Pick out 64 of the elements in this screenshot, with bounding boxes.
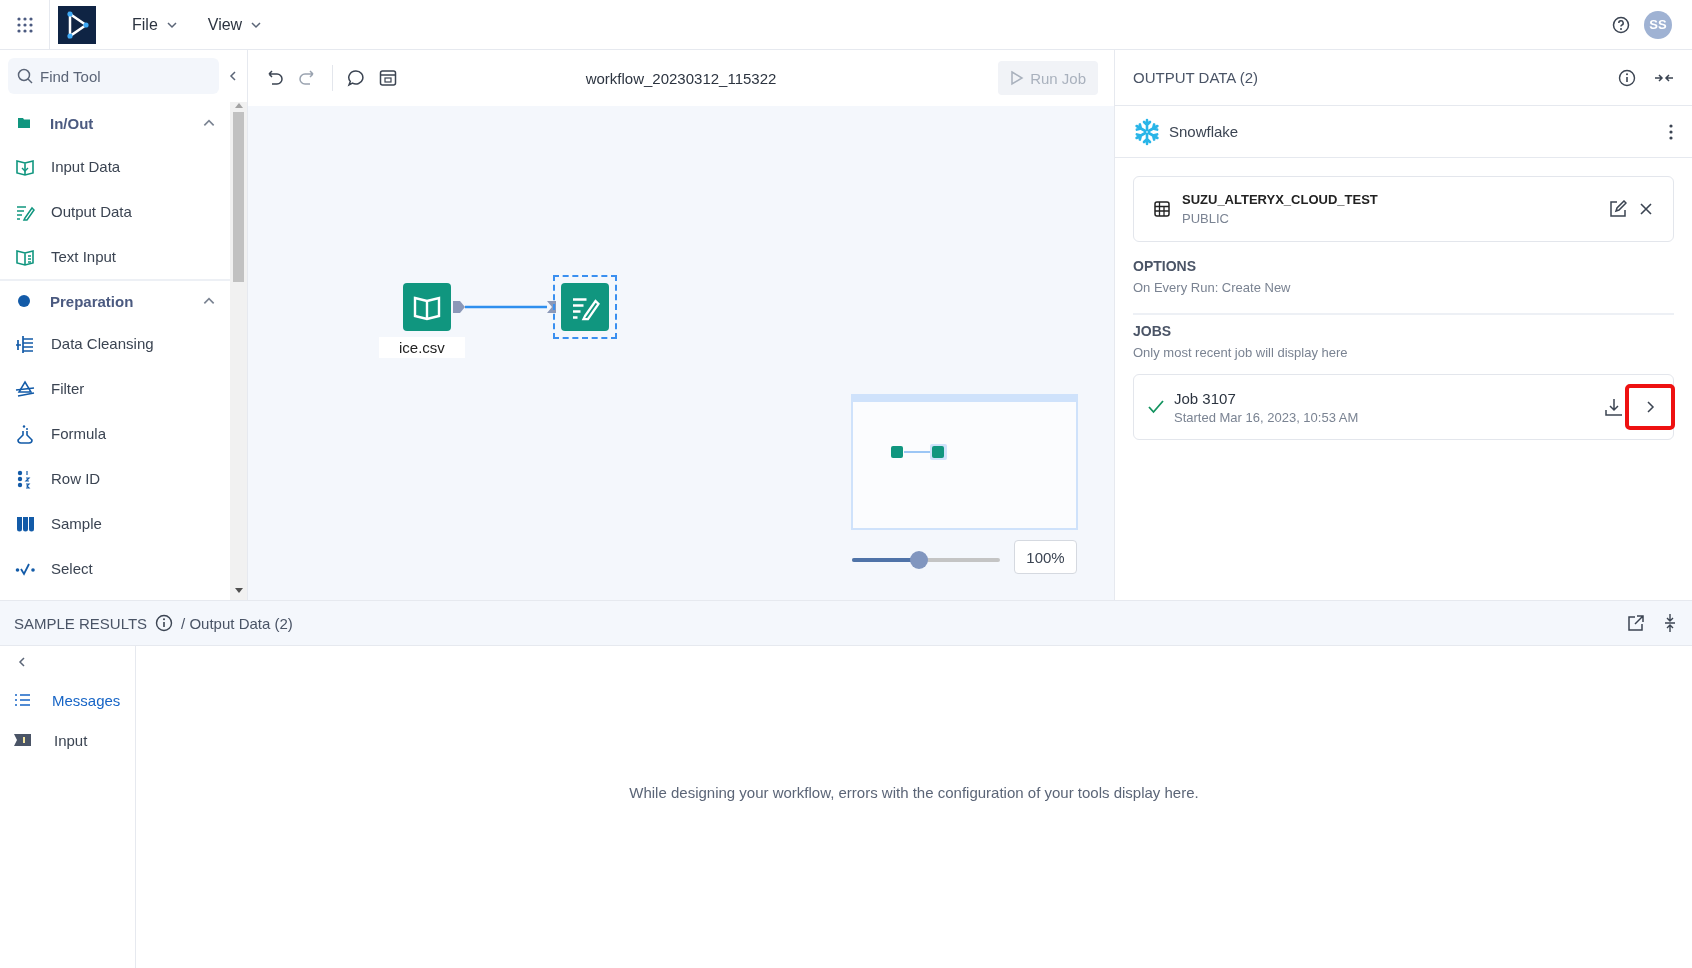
option-value: On Every Run: Create New [1133,280,1292,295]
app-grid-icon[interactable] [15,15,34,34]
results-tab[interactable]: Input [0,720,135,760]
filter-icon [14,378,36,399]
search-icon [17,68,33,84]
tool-item[interactable]: Select [51,560,93,577]
tool-item[interactable]: Text Input [51,248,117,265]
tool-node[interactable] [561,283,609,331]
columns-icon [14,333,36,354]
more-icon[interactable] [1668,122,1674,141]
snowflake-icon [1133,117,1161,146]
category-label: Preparation [50,292,135,310]
section-heading: JOBS [1133,323,1173,339]
connection-name: Snowflake [1169,123,1240,140]
tool-node[interactable] [403,283,451,331]
collapse-icon[interactable] [16,656,28,668]
job-card[interactable]: Job 3107 Started Mar 16, 2023, 10:53 AM [1133,374,1674,440]
chevron-right-icon [1645,400,1655,414]
node-label: ice.csv [379,337,465,358]
container-icon[interactable] [379,69,397,87]
tool-item[interactable]: Data Cleansing [51,335,154,352]
help-icon[interactable] [1612,15,1630,34]
section-heading: OPTIONS [1133,258,1197,274]
results-tab[interactable]: Messages [0,680,135,720]
job-start-time: Started Mar 16, 2023, 10:53 AM [1174,409,1360,425]
zoom-field[interactable]: 100% [1014,540,1077,574]
results-title: SAMPLE RESULTS [14,614,148,632]
close-icon[interactable] [1639,202,1653,216]
workflow-title: workflow_20230312_115322 [585,69,777,87]
input-tag-icon [14,733,32,747]
menu-button[interactable]: View [201,11,269,38]
external-link-icon[interactable] [1628,615,1644,631]
tool-item[interactable]: Formula [51,425,106,442]
breadcrumb: / Output Data (2) [181,614,293,632]
schema-name: PUBLIC [1182,211,1230,226]
info-icon[interactable] [1618,68,1636,87]
menu-button[interactable]: File [126,11,184,38]
edit-icon[interactable] [1609,200,1627,218]
scroll-thumb[interactable] [233,112,244,282]
job-title: Job 3107 [1174,389,1237,407]
info-icon[interactable] [155,614,174,632]
collapse-vertical-icon[interactable] [1662,614,1678,632]
tool-item[interactable]: Output Data [51,203,132,220]
play-icon [1010,70,1025,86]
flask-icon [14,423,36,444]
collapse-icon[interactable] [227,70,239,82]
logo-icon[interactable] [58,5,96,44]
tool-item[interactable]: Filter [51,380,85,397]
search-field[interactable]: Find Tool [8,58,219,94]
tool-item[interactable]: Sample [51,515,102,532]
list-icon [14,693,30,707]
tool-item[interactable]: Row ID [51,470,101,487]
scrollbar[interactable] [230,102,247,600]
jobs-note: Only most recent job will display here [1133,345,1349,360]
table-name: SUZU_ALTERYX_CLOUD_TEST [1182,192,1379,207]
empty-message: While designing your workflow, errors with the configuration of your tools display here. [629,783,1199,801]
download-icon[interactable] [1605,398,1623,416]
tool-item[interactable]: Input Data [51,158,121,175]
category-label: In/Out [50,114,95,132]
table-icon [1154,201,1170,217]
panel-title: OUTPUT DATA (2) [1133,69,1259,86]
comment-icon[interactable] [347,69,365,87]
zoom-slider[interactable] [852,551,1000,569]
scroll-down-icon[interactable] [234,588,243,594]
